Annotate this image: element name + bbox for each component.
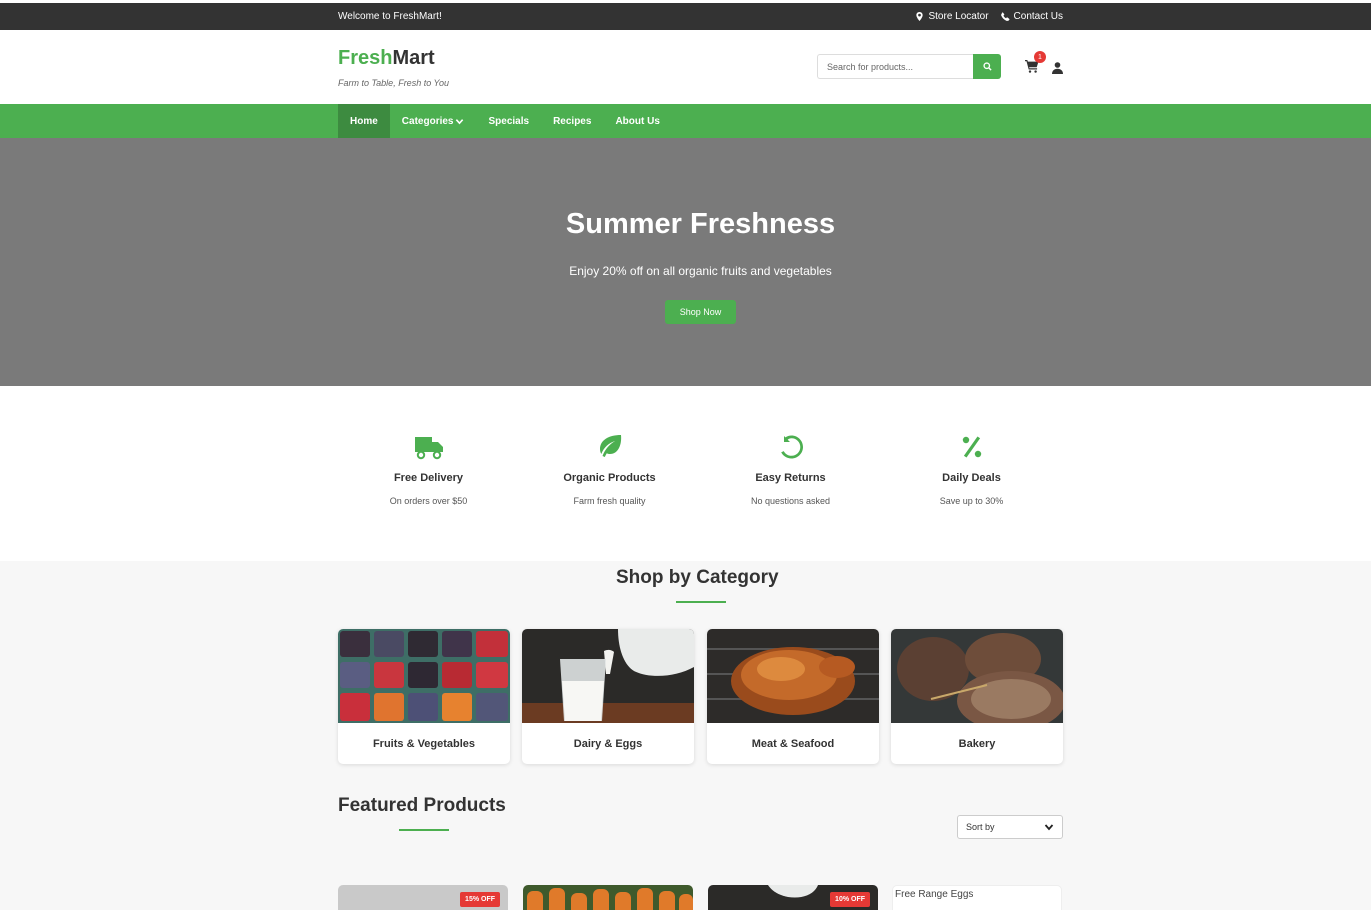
- welcome-text: Welcome to FreshMart!: [338, 11, 442, 22]
- leaf-icon: [599, 435, 621, 457]
- category-name: Dairy & Eggs: [573, 737, 643, 750]
- category-name: Fruits & Vegetables: [372, 737, 476, 750]
- logo[interactable]: FreshMart: [338, 47, 435, 70]
- tagline: Farm to Table, Fresh to You: [338, 78, 450, 88]
- category-card-dairy-eggs[interactable]: Dairy & Eggs: [522, 629, 694, 764]
- nav-recipes[interactable]: Recipes: [541, 104, 603, 138]
- logo-mart: Mart: [392, 47, 435, 69]
- store-locator-link[interactable]: Store Locator: [915, 11, 989, 22]
- feature-text: Farm fresh quality: [573, 496, 646, 506]
- category-image-bread: [891, 629, 1063, 723]
- sort-select[interactable]: Sort by: [957, 815, 1063, 839]
- category-section: Shop by Category Fruits & Vegetables Dai…: [0, 561, 1371, 910]
- nav-specials[interactable]: Specials: [476, 104, 541, 138]
- search-button[interactable]: [973, 54, 1001, 79]
- feature-text: No questions asked: [750, 496, 831, 506]
- category-card-fruits-vegetables[interactable]: Fruits & Vegetables: [338, 629, 510, 764]
- map-pin-icon: [916, 12, 924, 21]
- shop-now-button[interactable]: Shop Now: [665, 300, 736, 324]
- undo-icon: [780, 435, 803, 459]
- category-image-berries: [338, 629, 510, 723]
- nav-recipes-label: Recipes: [553, 115, 592, 127]
- feature-title: Easy Returns: [755, 472, 826, 484]
- nav-home[interactable]: Home: [338, 104, 390, 138]
- feature-free-delivery: Free Delivery On orders over $50: [338, 434, 519, 506]
- feature-daily-deals: Daily Deals Save up to 30%: [881, 434, 1062, 506]
- hero-title: Summer Freshness: [565, 208, 836, 240]
- logo-fresh: Fresh: [338, 47, 393, 69]
- search-input[interactable]: [817, 54, 973, 79]
- main-nav: Home Categories Specials Recipes About U…: [0, 104, 1371, 138]
- contact-us-link[interactable]: Contact Us: [1000, 11, 1063, 22]
- chevron-down-icon: [1044, 824, 1054, 831]
- category-image-milk: [522, 629, 694, 723]
- product-image-carrots: [523, 885, 693, 910]
- percent-icon: [962, 436, 981, 458]
- nav-specials-label: Specials: [488, 115, 530, 127]
- cart-button[interactable]: 1: [1025, 51, 1046, 74]
- product-card[interactable]: 15% OFF: [338, 885, 508, 910]
- user-icon: [1052, 62, 1063, 74]
- category-name: Meat & Seafood: [751, 737, 835, 750]
- account-button[interactable]: [1052, 61, 1063, 74]
- product-card[interactable]: 10% OFF: [708, 885, 878, 910]
- header: FreshMart Farm to Table, Fresh to You 1: [0, 30, 1371, 104]
- featured-products-title: Featured Products: [338, 795, 506, 816]
- product-card[interactable]: Free Range Eggs: [892, 885, 1062, 910]
- discount-badge: 15% OFF: [460, 892, 500, 907]
- chevron-down-icon: [456, 118, 464, 124]
- sort-label: Sort by: [966, 822, 995, 832]
- feature-text: Save up to 30%: [939, 496, 1004, 506]
- feature-title: Free Delivery: [393, 472, 464, 484]
- section-underline: [676, 601, 726, 603]
- feature-text: On orders over $50: [389, 496, 468, 506]
- category-name: Bakery: [958, 737, 996, 750]
- cart-count-badge: 1: [1034, 51, 1046, 63]
- category-image-roast-chicken: [707, 629, 879, 723]
- discount-badge: 10% OFF: [830, 892, 870, 907]
- truck-icon: [414, 437, 443, 460]
- hero-subtitle: Enjoy 20% off on all organic fruits and …: [569, 264, 832, 278]
- store-locator-label: Store Locator: [928, 11, 989, 22]
- nav-about-us-label: About Us: [615, 115, 660, 127]
- product-card[interactable]: [523, 885, 693, 910]
- feature-easy-returns: Easy Returns No questions asked: [700, 434, 881, 506]
- search-bar: [817, 54, 1001, 79]
- features-section: Free Delivery On orders over $50 Organic…: [0, 386, 1371, 561]
- feature-organic-products: Organic Products Farm fresh quality: [519, 434, 700, 506]
- nav-about-us[interactable]: About Us: [603, 104, 671, 138]
- contact-us-label: Contact Us: [1013, 11, 1063, 22]
- feature-title: Daily Deals: [942, 472, 1001, 484]
- nav-home-label: Home: [350, 115, 378, 127]
- search-icon: [982, 62, 992, 71]
- shop-by-category-title: Shop by Category: [616, 567, 779, 588]
- section-underline: [399, 829, 449, 831]
- feature-title: Organic Products: [563, 472, 656, 484]
- top-bar: Welcome to FreshMart! Store Locator Cont…: [0, 3, 1371, 30]
- phone-icon: [1000, 12, 1010, 21]
- category-card-meat-seafood[interactable]: Meat & Seafood: [707, 629, 879, 764]
- hero-banner: Summer Freshness Enjoy 20% off on all or…: [0, 138, 1371, 386]
- nav-categories[interactable]: Categories: [390, 104, 477, 138]
- nav-categories-label: Categories: [401, 115, 454, 127]
- broken-image-alt-text: Free Range Eggs: [895, 889, 974, 900]
- category-card-bakery[interactable]: Bakery: [891, 629, 1063, 764]
